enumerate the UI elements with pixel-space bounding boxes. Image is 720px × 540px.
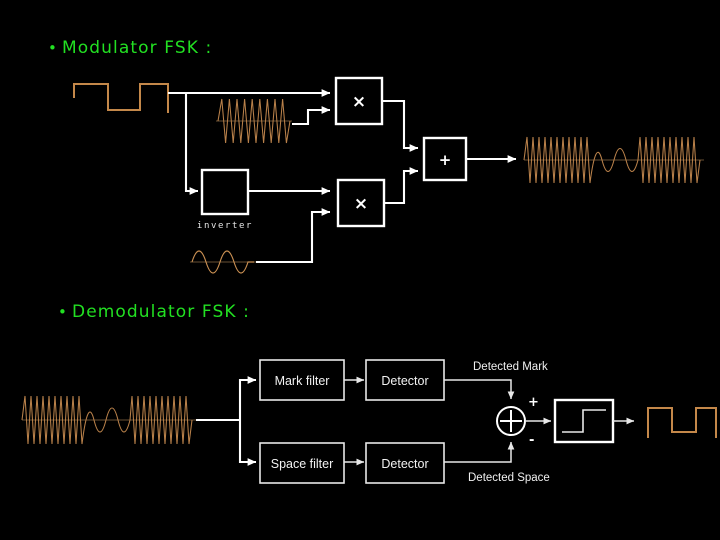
multiplier-top-block: × [334,76,384,126]
wire-lowfreq-to-mult-bottom [256,208,331,264]
wire-split-to-space-filter [238,420,257,466]
detected-space-label: Detected Space [468,472,550,484]
carrier-low-freq-wave [190,250,256,274]
inverter-block: inverter [197,168,253,231]
wire-carrier-to-mult-top [292,106,331,126]
detector-space-block: Detector [365,442,445,484]
digital-output-wave [647,407,717,438]
fsk-diagram: × inverter × + Mark filter Detector Spac… [21,76,717,484]
mark-filter-label: Mark filter [275,374,330,388]
detected-mark-label: Detected Mark [473,361,548,373]
wire-mult-bottom-to-adder [384,167,419,205]
multiplier-top-symbol: × [352,92,366,112]
adder-block: + [422,136,468,182]
sum-plus-sign: + [528,395,539,410]
multiplier-bottom-block: × [336,178,386,228]
sum-minus-sign: - [529,433,534,448]
digital-input-wave [73,83,169,113]
wire-detector-mark-to-sum [444,379,515,400]
multiplier-bottom-symbol: × [354,194,368,214]
wire-detector-space-to-sum [444,441,515,463]
detector-space-label: Detector [381,457,428,471]
fsk-input-wave [21,395,196,445]
wire-mult-top-to-adder [382,99,419,152]
mark-filter-block: Mark filter [259,359,345,401]
fsk-output-wave [523,136,704,184]
carrier-high-freq-wave [216,98,292,144]
detector-mark-label: Detector [381,374,428,388]
space-filter-block: Space filter [259,442,345,484]
space-filter-label: Space filter [271,457,334,471]
comparator-block [553,398,615,444]
adder-symbol: + [439,151,452,169]
inverter-label: inverter [197,221,253,231]
detector-mark-block: Detector [365,359,445,401]
wire-data-to-inverter [184,93,199,195]
slide-canvas: • Modulator FSK : • Demodulator FSK : × … [0,0,720,540]
wire-split-to-mark-filter [238,376,257,420]
